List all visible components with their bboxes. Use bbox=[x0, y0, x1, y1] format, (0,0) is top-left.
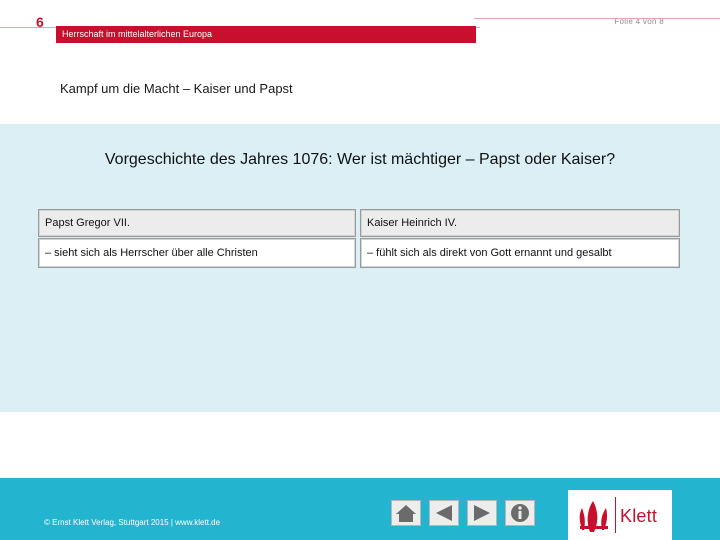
header-divider-right bbox=[474, 18, 720, 19]
table-header-emperor: Kaiser Heinrich IV. bbox=[360, 209, 680, 237]
logo-divider bbox=[615, 497, 616, 533]
back-icon bbox=[432, 503, 456, 523]
question-text: Vorgeschichte des Jahres 1076: Wer ist m… bbox=[104, 151, 616, 168]
table-header-pope: Papst Gregor VII. bbox=[38, 209, 356, 237]
copyright: © Ernst Klett Verlag, Stuttgart 2015 | w… bbox=[44, 518, 221, 527]
info-icon bbox=[508, 503, 532, 523]
info-button[interactable] bbox=[505, 500, 535, 526]
table-cell-emperor: – fühlt sich als direkt von Gott ernannt… bbox=[360, 238, 680, 268]
slide-heading: Kampf um die Macht – Kaiser und Papst bbox=[60, 81, 293, 96]
klett-logo-text: Klett bbox=[620, 506, 658, 526]
forward-icon bbox=[470, 503, 494, 523]
klett-emblem-icon bbox=[572, 498, 614, 539]
forward-button[interactable] bbox=[467, 500, 497, 526]
chapter-title-band: Herrschaft im mittelalterlichen Europa bbox=[56, 26, 476, 43]
table-cell-pope: – sieht sich als Herrscher über alle Chr… bbox=[38, 238, 356, 268]
home-button[interactable] bbox=[391, 500, 421, 526]
home-icon bbox=[394, 503, 418, 523]
back-button[interactable] bbox=[429, 500, 459, 526]
